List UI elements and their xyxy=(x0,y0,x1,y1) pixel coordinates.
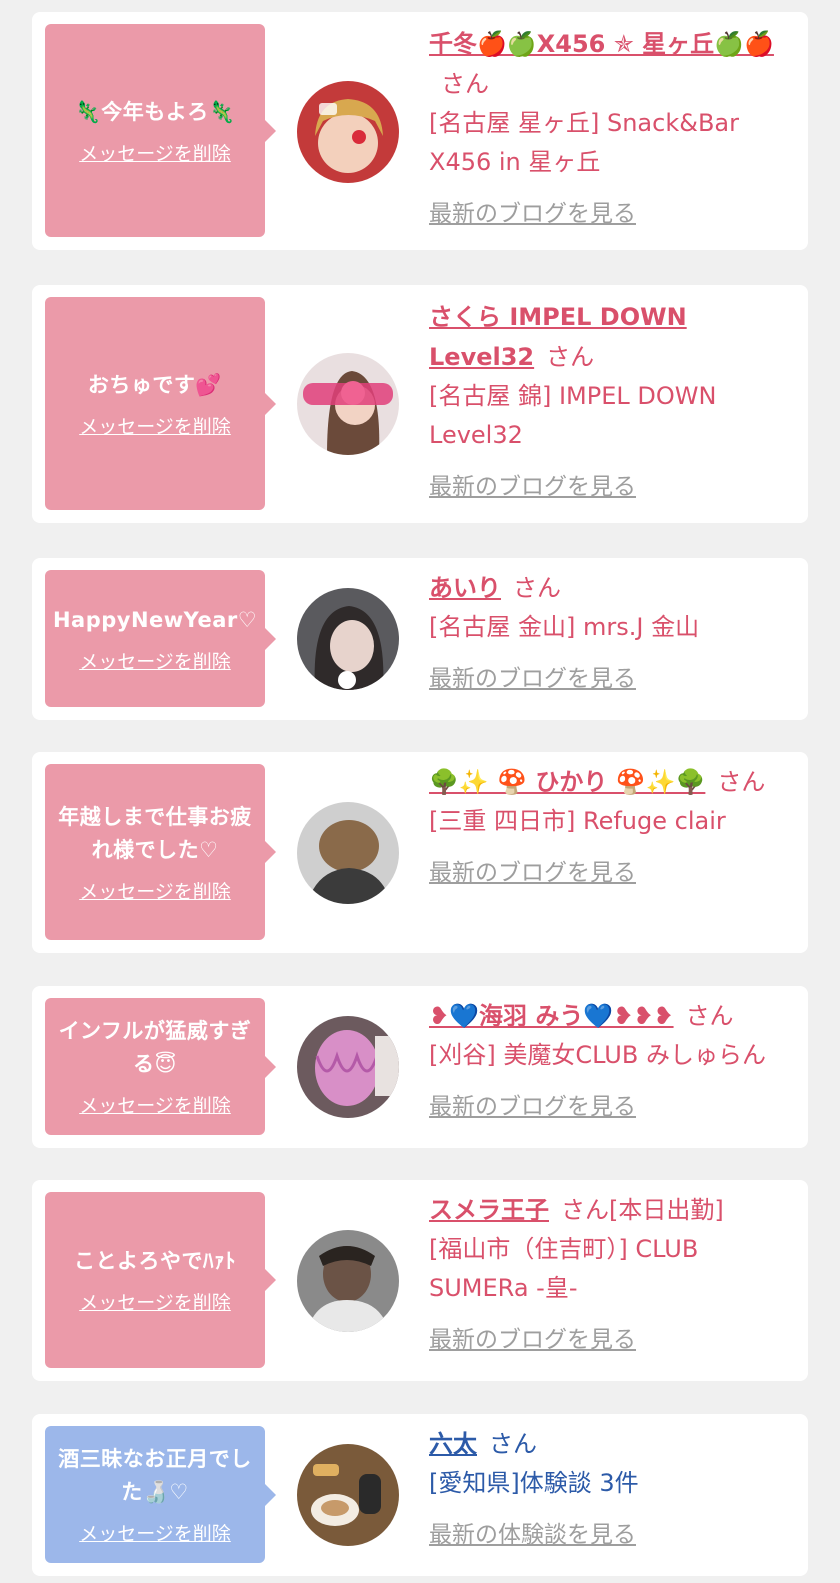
avatar[interactable] xyxy=(297,1230,399,1332)
latest-blog-link[interactable]: 最新のブログを見る xyxy=(429,1320,636,1354)
list-item: インフルが猛威すぎる😇 メッセージを削除 ❥💙海羽 みう💙❥❥❥ さん [刈谷] … xyxy=(32,986,808,1148)
user-info: スメラ王子 さん[本日出勤] [福山市（住吉町）] CLUB SUMERa -皇-… xyxy=(429,1190,794,1354)
latest-experience-link[interactable]: 最新の体験談を見る xyxy=(429,1515,636,1549)
latest-blog-link[interactable]: 最新のブログを見る xyxy=(429,467,636,501)
avatar[interactable] xyxy=(297,81,399,183)
delete-message-link[interactable]: メッセージを削除 xyxy=(79,647,231,674)
avatar-photo-icon xyxy=(297,1444,399,1546)
list-item: 年越しまで仕事お疲れ様でした♡ メッセージを削除 🌳✨ 🍄 ひかり 🍄✨🌳 さん … xyxy=(32,752,808,953)
user-name-link[interactable]: あいり xyxy=(429,574,501,602)
shop-info: [名古屋 星ヶ丘] Snack&Bar X456 in 星ヶ丘 xyxy=(429,109,739,176)
avatar-photo-icon xyxy=(297,588,399,690)
message-bubble: 年越しまで仕事お疲れ様でした♡ メッセージを削除 xyxy=(45,764,276,940)
user-info: 千冬🍎🍏X456 ✯ 星ヶ丘🍏🍎 さん [名古屋 星ヶ丘] Snack&Bar X… xyxy=(429,24,794,228)
user-info: さくら IMPEL DOWN Level32 さん [名古屋 錦] IMPEL D… xyxy=(429,297,794,501)
delete-message-link[interactable]: メッセージを削除 xyxy=(79,412,231,439)
delete-message-link[interactable]: メッセージを削除 xyxy=(79,877,231,904)
list-item: 酒三昧なお正月でした🍶♡ メッセージを削除 六太 さん [愛知県]体験談 3件 最… xyxy=(32,1414,808,1576)
message-text: HappyNewYear♡ xyxy=(52,607,258,632)
delete-message-link[interactable]: メッセージを削除 xyxy=(79,1091,231,1118)
message-bubble: おちゅです💕 メッセージを削除 xyxy=(45,297,276,510)
shop-info: [福山市（住吉町）] CLUB SUMERa -皇- xyxy=(429,1235,699,1302)
latest-blog-link[interactable]: 最新のブログを見る xyxy=(429,659,636,693)
honorific: さん xyxy=(441,70,489,98)
avatar[interactable] xyxy=(297,1444,399,1546)
honorific: さん xyxy=(489,1430,537,1458)
honorific: さん xyxy=(513,574,561,602)
avatar-photo-icon xyxy=(297,1016,399,1118)
delete-message-link[interactable]: メッセージを削除 xyxy=(79,1519,231,1546)
shop-info: [刈谷] 美魔女CLUB みしゅらん xyxy=(429,1041,766,1069)
honorific: さん xyxy=(685,1002,734,1030)
shop-info: [名古屋 錦] IMPEL DOWN Level32 xyxy=(429,382,717,449)
delete-message-link[interactable]: メッセージを削除 xyxy=(79,1288,231,1315)
shop-info: [名古屋 金山] mrs.J 金山 xyxy=(429,613,700,641)
avatar[interactable] xyxy=(297,1016,399,1118)
avatar-photo-icon xyxy=(297,1230,399,1332)
latest-blog-link[interactable]: 最新のブログを見る xyxy=(429,194,636,228)
delete-message-link[interactable]: メッセージを削除 xyxy=(79,139,231,166)
message-text: 年越しまで仕事お疲れ様でした♡ xyxy=(58,804,252,862)
list-item: おちゅです💕 メッセージを削除 さくら IMPEL DOWN Level32 さん… xyxy=(32,285,808,523)
message-text: ことよろやでﾊｧﾄ xyxy=(74,1249,236,1273)
user-name-link[interactable]: 六太 xyxy=(429,1430,477,1458)
honorific: さん[本日出勤] xyxy=(561,1196,724,1224)
message-text: 🦎今年もよろ🦎 xyxy=(74,99,236,124)
message-bubble: 酒三昧なお正月でした🍶♡ メッセージを削除 xyxy=(45,1426,276,1563)
latest-blog-link[interactable]: 最新のブログを見る xyxy=(429,853,636,887)
message-text: インフルが猛威すぎる😇 xyxy=(58,1019,252,1076)
message-bubble: ことよろやでﾊｧﾄ メッセージを削除 xyxy=(45,1192,276,1368)
latest-blog-link[interactable]: 最新のブログを見る xyxy=(429,1087,636,1121)
avatar[interactable] xyxy=(297,353,399,455)
user-name-link[interactable]: 🌳✨ 🍄 ひかり 🍄✨🌳 xyxy=(429,768,705,796)
avatar[interactable] xyxy=(297,802,399,904)
shop-info: [三重 四日市] Refuge clair xyxy=(429,807,726,835)
message-bubble: HappyNewYear♡ メッセージを削除 xyxy=(45,570,276,707)
list-item: 🦎今年もよろ🦎 メッセージを削除 千冬🍎🍏X456 ✯ 星ヶ丘🍏🍎 さん [名古屋… xyxy=(32,12,808,250)
message-bubble: インフルが猛威すぎる😇 メッセージを削除 xyxy=(45,998,276,1135)
list-item: HappyNewYear♡ メッセージを削除 あいり さん [名古屋 金山] mr… xyxy=(32,558,808,720)
message-text: 酒三昧なお正月でした🍶♡ xyxy=(58,1447,252,1504)
list-item: ことよろやでﾊｧﾄ メッセージを削除 スメラ王子 さん[本日出勤] [福山市（住吉… xyxy=(32,1180,808,1381)
user-info: 🌳✨ 🍄 ひかり 🍄✨🌳 さん [三重 四日市] Refuge clair 最新の… xyxy=(429,762,794,887)
user-name-link[interactable]: 千冬🍎🍏X456 ✯ 星ヶ丘🍏🍎 xyxy=(429,30,774,58)
avatar-photo-icon xyxy=(297,353,399,455)
message-text: おちゅです💕 xyxy=(87,372,223,397)
user-name-link[interactable]: ❥💙海羽 みう💙❥❥❥ xyxy=(429,1002,674,1030)
avatar-photo-icon xyxy=(297,802,399,904)
user-info: ❥💙海羽 みう💙❥❥❥ さん [刈谷] 美魔女CLUB みしゅらん 最新のブログを… xyxy=(429,996,794,1121)
avatar-photo-icon xyxy=(297,81,399,183)
user-name-link[interactable]: スメラ王子 xyxy=(429,1196,549,1224)
message-bubble: 🦎今年もよろ🦎 メッセージを削除 xyxy=(45,24,276,237)
avatar[interactable] xyxy=(297,588,399,690)
user-info: 六太 さん [愛知県]体験談 3件 最新の体験談を見る xyxy=(429,1424,794,1549)
shop-info: [愛知県]体験談 3件 xyxy=(429,1469,639,1497)
honorific: さん xyxy=(546,343,595,371)
honorific: さん xyxy=(717,768,766,796)
user-info: あいり さん [名古屋 金山] mrs.J 金山 最新のブログを見る xyxy=(429,568,794,693)
